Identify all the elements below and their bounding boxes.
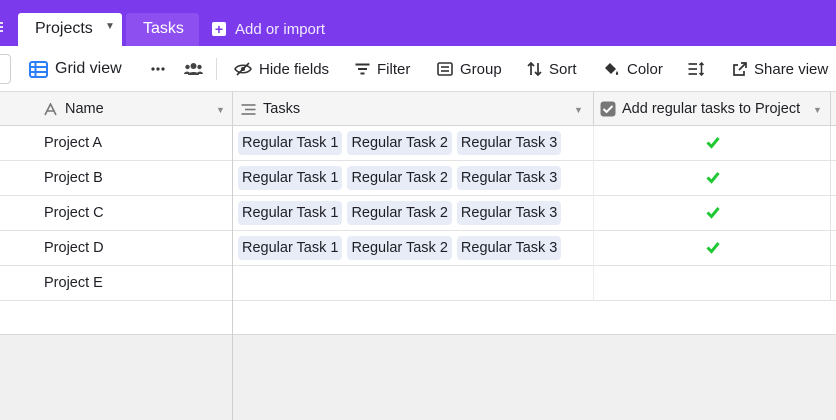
task-chip[interactable]: Regular Task 1 — [238, 166, 343, 190]
paint-bucket-icon — [605, 63, 619, 75]
hide-fields-button[interactable]: Hide fields — [234, 46, 329, 92]
column-divider — [593, 231, 594, 266]
column-divider — [232, 161, 233, 196]
task-chip[interactable]: Regular Task 1 — [238, 236, 343, 260]
task-chip[interactable]: Regular Task 3 — [456, 166, 562, 190]
column-header-add-regular[interactable]: Add regular tasks to Project ▼ — [600, 92, 830, 126]
group-label: Group — [460, 60, 502, 78]
filter-button[interactable]: Filter — [355, 46, 410, 92]
column-name-label: Name — [65, 101, 104, 117]
plus-icon: + — [212, 22, 226, 36]
hide-fields-label: Hide fields — [259, 60, 330, 78]
column-divider[interactable] — [830, 92, 831, 126]
grid-icon — [29, 60, 48, 78]
column-divider — [232, 126, 233, 161]
share-icon — [733, 62, 747, 76]
checkmark-icon[interactable] — [706, 205, 720, 219]
collaborators-button[interactable] — [184, 46, 210, 92]
tab-label: Tasks — [143, 20, 184, 37]
task-chip[interactable]: Regular Task 1 — [238, 131, 343, 155]
column-header-tasks[interactable]: Tasks ▼ — [241, 92, 593, 126]
column-divider — [232, 266, 233, 301]
toolbar-divider — [216, 58, 217, 80]
base-tab-bar: Projects ▼ Tasks + Add or import — [0, 0, 836, 46]
column-divider — [232, 301, 233, 335]
column-divider — [593, 126, 594, 161]
table-row[interactable]: Project A Regular Task 1 Regular Task 2 … — [0, 126, 836, 161]
column-header-name[interactable]: Name ▼ — [44, 92, 232, 126]
people-icon — [184, 63, 203, 75]
sort-icon — [527, 62, 542, 76]
linked-tasks-cell[interactable]: Regular Task 1 Regular Task 2 Regular Ta… — [238, 236, 566, 260]
linked-record-icon — [241, 103, 256, 115]
more-icon — [151, 67, 165, 71]
checkmark-icon[interactable] — [706, 135, 720, 149]
column-divider — [830, 126, 831, 300]
task-chip[interactable]: Regular Task 2 — [347, 166, 452, 190]
text-field-icon — [44, 102, 57, 115]
linked-tasks-cell[interactable]: Regular Task 1 Regular Task 2 Regular Ta… — [238, 201, 566, 225]
chevron-down-icon[interactable]: ▼ — [574, 105, 583, 115]
column-header-row: Name ▼ Tasks ▼ Add regular tasks to Proj… — [0, 92, 836, 126]
linked-tasks-cell[interactable]: Regular Task 1 Regular Task 2 Regular Ta… — [238, 166, 566, 190]
row-height-icon — [688, 62, 705, 76]
filter-icon — [355, 63, 370, 75]
grid-view-button[interactable]: Grid view — [29, 46, 122, 92]
task-chip[interactable]: Regular Task 1 — [238, 201, 343, 225]
table-row[interactable]: Project B Regular Task 1 Regular Task 2 … — [0, 161, 836, 196]
sort-label: Sort — [549, 60, 577, 78]
color-button[interactable]: Color — [603, 46, 663, 92]
color-label: Color — [627, 60, 663, 78]
column-divider — [232, 196, 233, 231]
table-row[interactable]: Project C Regular Task 1 Regular Task 2 … — [0, 196, 836, 231]
table-row[interactable]: Project D Regular Task 1 Regular Task 2 … — [0, 231, 836, 266]
add-record-row[interactable] — [0, 301, 836, 335]
checkmark-icon[interactable] — [706, 170, 720, 184]
column-tasks-label: Tasks — [263, 101, 301, 117]
group-icon — [437, 62, 453, 76]
column-divider — [232, 231, 233, 266]
column-divider — [593, 266, 594, 301]
column-add-regular-label: Add regular tasks to Project — [622, 101, 801, 117]
filter-label: Filter — [377, 60, 411, 78]
view-toolbar: Grid view Hide fields Filter Group Sort … — [0, 46, 836, 92]
drag-handle-icon[interactable] — [0, 22, 4, 34]
row-name[interactable]: Project C — [44, 196, 104, 230]
column-divider[interactable] — [593, 92, 594, 126]
task-chip[interactable]: Regular Task 3 — [456, 131, 562, 155]
table-row[interactable]: Project E — [0, 266, 836, 301]
task-chip[interactable]: Regular Task 2 — [347, 201, 452, 225]
chevron-down-icon[interactable]: ▼ — [216, 105, 225, 115]
linked-tasks-cell[interactable]: Regular Task 1 Regular Task 2 Regular Ta… — [238, 131, 566, 155]
share-view-label: Share view — [754, 60, 829, 78]
tab-tasks[interactable]: Tasks — [126, 13, 199, 46]
view-name: Grid view — [55, 60, 122, 77]
task-chip[interactable]: Regular Task 2 — [347, 236, 452, 260]
group-button[interactable]: Group — [437, 46, 502, 92]
more-options-button[interactable] — [151, 46, 172, 92]
tab-projects[interactable]: Projects ▼ — [18, 13, 122, 46]
row-name[interactable]: Project E — [44, 266, 103, 300]
column-divider[interactable] — [232, 92, 233, 126]
grid: Name ▼ Tasks ▼ Add regular tasks to Proj… — [0, 92, 836, 420]
checkbox-field-icon — [600, 101, 616, 117]
row-name[interactable]: Project D — [44, 231, 104, 265]
row-name[interactable]: Project B — [44, 161, 103, 195]
sort-button[interactable]: Sort — [527, 46, 577, 92]
chevron-down-icon[interactable]: ▼ — [813, 105, 822, 115]
add-or-import-label: Add or import — [235, 21, 326, 38]
checkmark-icon[interactable] — [706, 240, 720, 254]
row-height-button[interactable] — [688, 46, 712, 92]
column-divider — [593, 196, 594, 231]
row-name[interactable]: Project A — [44, 126, 102, 160]
view-switcher-input[interactable] — [0, 54, 11, 84]
task-chip[interactable]: Regular Task 3 — [456, 201, 562, 225]
eye-slash-icon — [234, 62, 252, 76]
column-divider — [593, 161, 594, 196]
task-chip[interactable]: Regular Task 3 — [456, 236, 562, 260]
share-view-button[interactable]: Share view — [733, 46, 828, 92]
chevron-down-icon[interactable]: ▼ — [105, 21, 115, 32]
tab-label: Projects — [35, 20, 93, 37]
task-chip[interactable]: Regular Task 2 — [347, 131, 452, 155]
